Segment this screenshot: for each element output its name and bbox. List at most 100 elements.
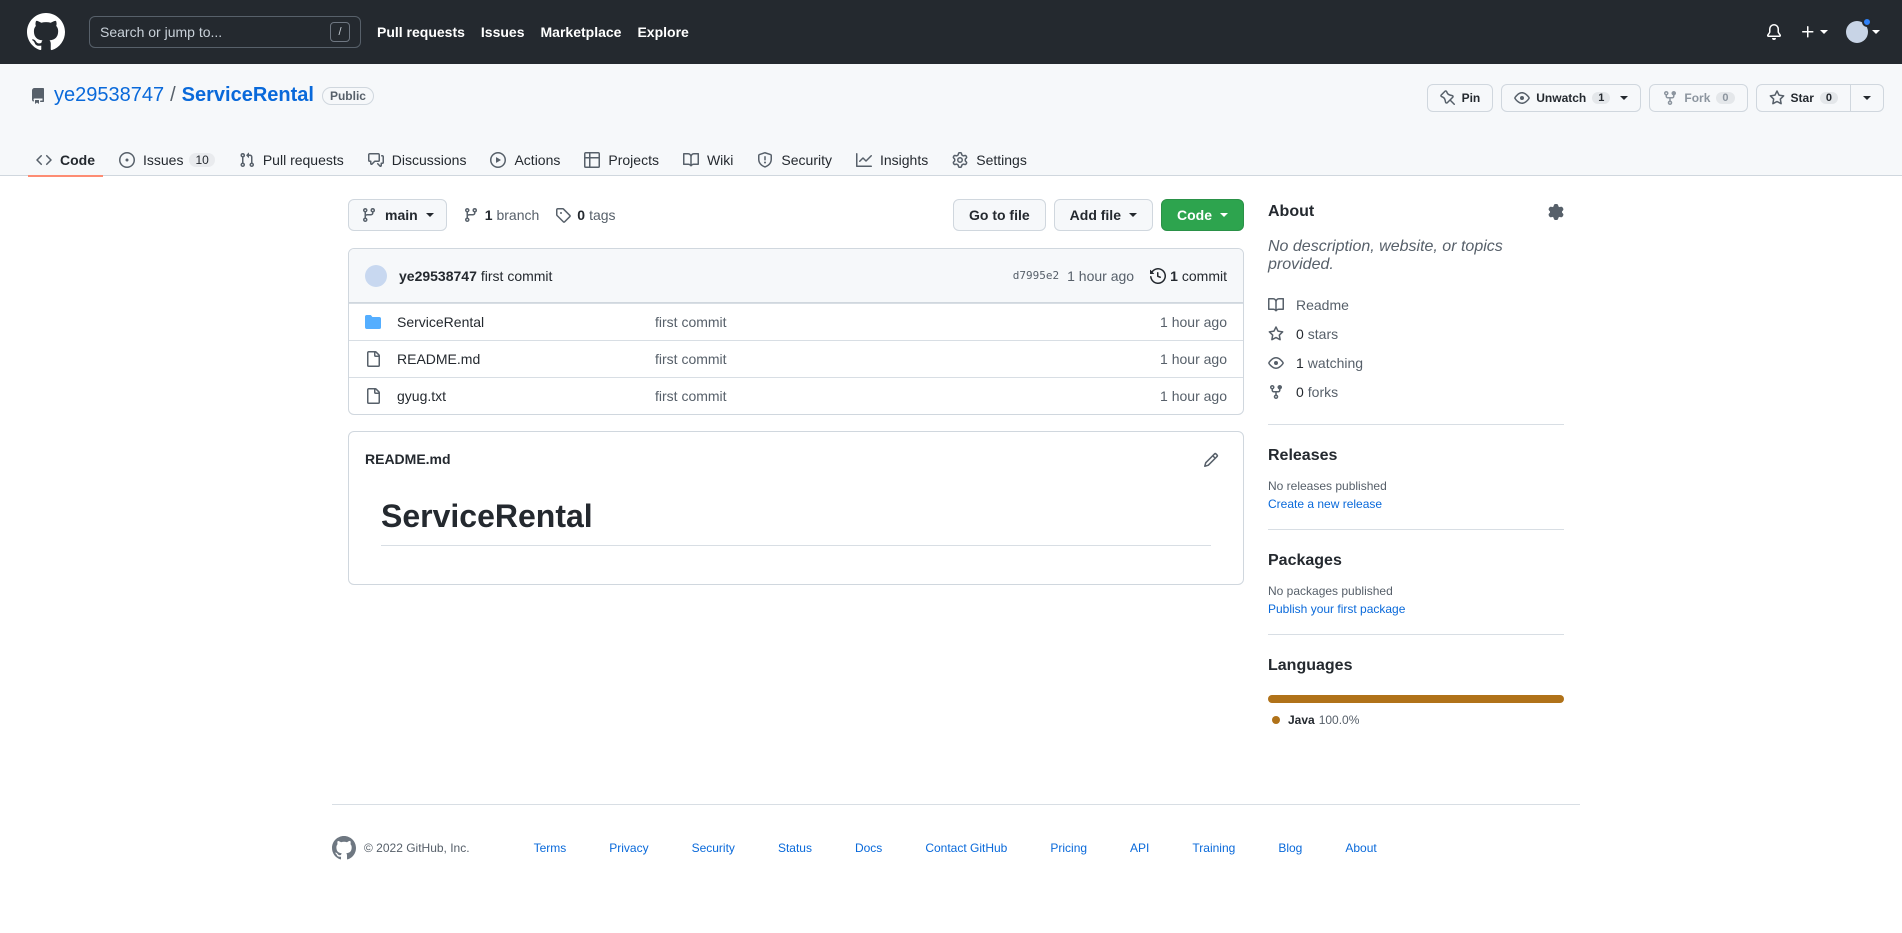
star-button[interactable]: Star 0 (1755, 84, 1851, 112)
file-commit-message[interactable]: first commit (655, 314, 1160, 330)
bell-icon[interactable] (1766, 24, 1782, 40)
code-button[interactable]: Code (1161, 199, 1244, 231)
tab-issues[interactable]: Issues 10 (111, 143, 223, 176)
divider (1268, 424, 1564, 425)
footer-link-docs[interactable]: Docs (855, 841, 882, 855)
pull-request-icon (240, 152, 254, 167)
github-logo-icon[interactable] (332, 836, 356, 860)
footer-link-blog[interactable]: Blog (1278, 841, 1302, 855)
divider (1268, 634, 1564, 635)
nav-marketplace[interactable]: Marketplace (541, 24, 622, 40)
footer-link-training[interactable]: Training (1192, 841, 1235, 855)
fork-icon (1270, 384, 1282, 399)
add-file-button[interactable]: Add file (1053, 199, 1153, 231)
commit-author-link[interactable]: ye29538747 (399, 268, 477, 284)
repo-owner-link[interactable]: ye29538747 (54, 84, 164, 107)
footer-link-contact[interactable]: Contact GitHub (925, 841, 1007, 855)
pencil-icon[interactable] (1203, 452, 1219, 468)
language-item[interactable]: Java 100.0% (1268, 713, 1564, 727)
tab-discussions[interactable]: Discussions (360, 143, 475, 176)
footer-link-privacy[interactable]: Privacy (609, 841, 648, 855)
language-color-dot (1272, 716, 1280, 724)
pin-label: Pin (1461, 91, 1481, 105)
branch-icon (464, 208, 477, 223)
commits-history-link[interactable]: 1 commit (1150, 268, 1227, 284)
go-to-file-button[interactable]: Go to file (952, 199, 1046, 231)
commit-sha-link[interactable]: d7995e2 (1013, 269, 1059, 282)
languages-title: Languages (1268, 657, 1353, 674)
tab-label: Discussions (391, 151, 467, 168)
eye-icon (1268, 356, 1284, 369)
readme-link[interactable]: Readme (1268, 290, 1564, 319)
tab-code[interactable]: Code (28, 143, 103, 177)
tab-label: Code (60, 151, 95, 168)
github-logo-icon[interactable] (27, 13, 65, 51)
chevron-down-icon (1820, 30, 1828, 34)
user-menu[interactable] (1846, 17, 1880, 43)
file-name-link[interactable]: gyug.txt (397, 388, 655, 404)
tab-insights[interactable]: Insights (848, 143, 936, 176)
book-icon (682, 152, 699, 166)
chevron-down-icon (425, 213, 434, 217)
notification-dot (1862, 17, 1872, 27)
tab-settings[interactable]: Settings (944, 143, 1035, 176)
tab-projects[interactable]: Projects (576, 143, 667, 176)
unwatch-button[interactable]: Unwatch 1 (1501, 84, 1642, 112)
footer-link-about[interactable]: About (1345, 841, 1376, 855)
avatar[interactable] (365, 264, 387, 287)
tab-label: Security (781, 151, 832, 168)
stars-link[interactable]: 0 stars (1268, 319, 1564, 348)
star-icon (1268, 325, 1284, 340)
file-name-link[interactable]: README.md (397, 351, 655, 367)
tag-icon (556, 208, 572, 223)
nav-pull-requests[interactable]: Pull requests (377, 24, 465, 40)
footer-link-security[interactable]: Security (692, 841, 735, 855)
fork-button[interactable]: Fork 0 (1649, 84, 1748, 112)
footer-link-api[interactable]: API (1130, 841, 1149, 855)
nav-explore[interactable]: Explore (637, 24, 688, 40)
forks-link[interactable]: 0 forks (1268, 377, 1564, 406)
repo-actions: Pin Unwatch 1 Fork 0 Star 0 (1419, 84, 1884, 112)
tab-pull-requests[interactable]: Pull requests (231, 143, 352, 176)
file-name-link[interactable]: ServiceRental (397, 314, 655, 330)
tab-security[interactable]: Security (749, 143, 840, 176)
footer-link-status[interactable]: Status (778, 841, 812, 855)
footer-link-terms[interactable]: Terms (534, 841, 567, 855)
gear-icon[interactable] (1548, 204, 1564, 220)
file-row[interactable]: ServiceRental first commit 1 hour ago (349, 303, 1243, 340)
file-commit-message[interactable]: first commit (655, 388, 1160, 404)
file-row[interactable]: gyug.txt first commit 1 hour ago (349, 377, 1243, 414)
star-label: Star (1790, 91, 1814, 105)
repo-icon (31, 87, 44, 104)
create-new-menu[interactable] (1800, 24, 1828, 40)
create-release-link[interactable]: Create a new release (1268, 497, 1564, 511)
nav-issues[interactable]: Issues (481, 24, 525, 40)
branch-select-button[interactable]: main (348, 199, 447, 231)
tab-wiki[interactable]: Wiki (675, 143, 741, 176)
star-icon (1769, 90, 1784, 105)
gear-icon (952, 151, 968, 168)
pin-button[interactable]: Pin (1426, 84, 1494, 112)
tab-label: Wiki (706, 151, 734, 168)
file-commit-message[interactable]: first commit (655, 351, 1160, 367)
pin-icon (1439, 90, 1455, 106)
tab-label: Settings (976, 151, 1027, 168)
watchers-link[interactable]: 1 watching (1268, 348, 1564, 377)
file-row[interactable]: README.md first commit 1 hour ago (349, 340, 1243, 377)
about-title: About (1268, 203, 1315, 220)
packages-title[interactable]: Packages (1268, 552, 1564, 570)
commit-message-link[interactable]: first commit (481, 268, 553, 284)
history-icon (1150, 267, 1167, 284)
branch-count: 1 (484, 207, 493, 223)
star-list-dropdown[interactable] (1851, 84, 1884, 112)
tags-link[interactable]: 0 tags (555, 207, 616, 223)
search-input[interactable]: Search or jump to... / (89, 16, 361, 48)
publish-package-link[interactable]: Publish your first package (1268, 602, 1564, 616)
repo-name-link[interactable]: ServiceRental (182, 84, 314, 107)
tab-actions[interactable]: Actions (482, 143, 568, 176)
visibility-badge: Public (321, 86, 374, 105)
releases-title[interactable]: Releases (1268, 447, 1564, 465)
footer-link-pricing[interactable]: Pricing (1050, 841, 1087, 855)
footer-copyright: © 2022 GitHub, Inc. (364, 841, 470, 855)
branches-link[interactable]: 1 branch (463, 207, 539, 223)
